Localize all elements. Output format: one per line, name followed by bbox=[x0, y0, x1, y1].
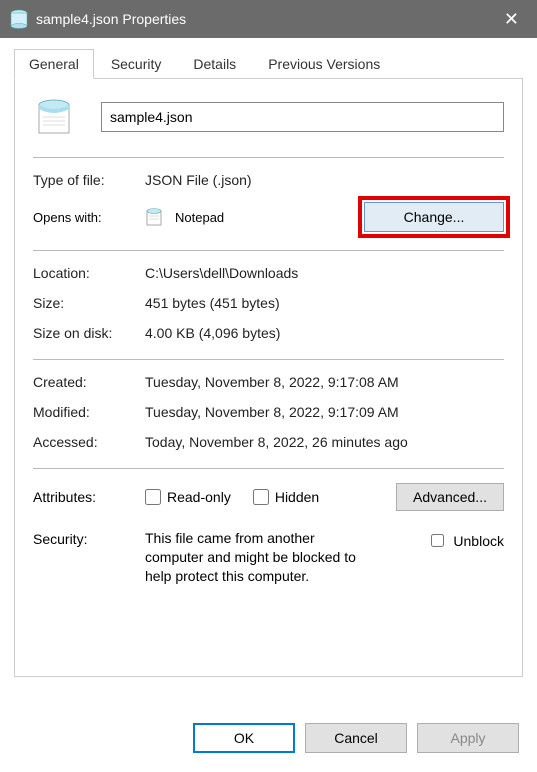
attributes-label: Attributes: bbox=[33, 489, 145, 505]
security-text: This file came from another computer and… bbox=[145, 529, 375, 586]
size-on-disk-label: Size on disk: bbox=[33, 325, 145, 341]
ok-button[interactable]: OK bbox=[193, 723, 295, 753]
tab-content-general: Type of file: JSON File (.json) Opens wi… bbox=[14, 79, 523, 677]
file-icon bbox=[10, 9, 28, 29]
unblock-checkbox[interactable] bbox=[431, 534, 444, 547]
opens-with-app: Notepad bbox=[175, 210, 224, 225]
modified-label: Modified: bbox=[33, 404, 145, 420]
filename-input[interactable] bbox=[101, 102, 504, 132]
advanced-button[interactable]: Advanced... bbox=[396, 483, 504, 511]
size-value: 451 bytes (451 bytes) bbox=[145, 295, 504, 311]
close-button[interactable]: ✕ bbox=[496, 5, 527, 34]
size-label: Size: bbox=[33, 295, 145, 311]
created-value: Tuesday, November 8, 2022, 9:17:08 AM bbox=[145, 374, 504, 390]
hidden-label: Hidden bbox=[275, 489, 319, 505]
tab-bar: General Security Details Previous Versio… bbox=[14, 48, 523, 79]
titlebar: sample4.json Properties ✕ bbox=[0, 0, 537, 38]
tab-security[interactable]: Security bbox=[96, 49, 177, 79]
type-label: Type of file: bbox=[33, 172, 145, 188]
tab-general[interactable]: General bbox=[14, 49, 94, 79]
readonly-checkbox-group[interactable]: Read-only bbox=[145, 489, 231, 505]
hidden-checkbox[interactable] bbox=[253, 489, 269, 505]
type-value: JSON File (.json) bbox=[145, 172, 504, 188]
security-label: Security: bbox=[33, 529, 145, 547]
file-icon-large bbox=[33, 95, 77, 139]
unblock-label: Unblock bbox=[453, 533, 504, 549]
modified-value: Tuesday, November 8, 2022, 9:17:09 AM bbox=[145, 404, 504, 420]
readonly-label: Read-only bbox=[167, 489, 231, 505]
accessed-label: Accessed: bbox=[33, 434, 145, 450]
tab-previous-versions[interactable]: Previous Versions bbox=[253, 49, 395, 79]
accessed-value: Today, November 8, 2022, 26 minutes ago bbox=[145, 434, 504, 450]
opens-with-label: Opens with: bbox=[33, 210, 145, 225]
hidden-checkbox-group[interactable]: Hidden bbox=[253, 489, 319, 505]
size-on-disk-value: 4.00 KB (4,096 bytes) bbox=[145, 325, 504, 341]
unblock-checkbox-group[interactable]: Unblock bbox=[427, 529, 504, 550]
tab-details[interactable]: Details bbox=[178, 49, 251, 79]
dialog-footer: OK Cancel Apply bbox=[0, 704, 537, 772]
cancel-button[interactable]: Cancel bbox=[305, 723, 407, 753]
window-title: sample4.json Properties bbox=[36, 11, 186, 27]
location-label: Location: bbox=[33, 265, 145, 281]
created-label: Created: bbox=[33, 374, 145, 390]
change-button[interactable]: Change... bbox=[364, 202, 504, 232]
readonly-checkbox[interactable] bbox=[145, 489, 161, 505]
notepad-icon bbox=[145, 207, 165, 227]
location-value: C:\Users\dell\Downloads bbox=[145, 265, 504, 281]
apply-button[interactable]: Apply bbox=[417, 723, 519, 753]
